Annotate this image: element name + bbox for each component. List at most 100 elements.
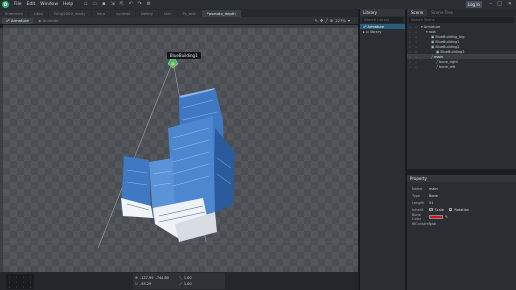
- bone-color-swatch[interactable]: [429, 214, 443, 219]
- ik-target-icon[interactable]: ⊘: [433, 222, 436, 226]
- scale-icon: ⤢: [179, 282, 182, 286]
- scale-icon: ⤡: [179, 276, 182, 280]
- library-panel: Library Search Library ☍ Armature ▸ ▭ li…: [359, 9, 405, 290]
- settings-icon[interactable]: ⚙: [146, 2, 151, 7]
- doc-tab[interactable]: skin: [158, 10, 177, 17]
- bone-tool-icon[interactable]: ╱: [325, 18, 327, 23]
- scale-x-value[interactable]: 1.00: [184, 276, 192, 280]
- inherit-rotation-checkbox[interactable]: ✓: [448, 208, 453, 212]
- chevron-right-icon: ▸: [363, 29, 365, 34]
- new-file-icon[interactable]: ▫: [83, 2, 88, 7]
- save-icon[interactable]: ▪: [101, 2, 106, 7]
- doc-tab[interactable]: Ps_test: [177, 10, 201, 17]
- import-icon[interactable]: ⇲: [110, 2, 115, 7]
- tree-node-icon: ▣: [431, 44, 435, 49]
- menu-file[interactable]: File: [14, 2, 22, 7]
- doc-tab[interactable]: Ubbi: [29, 10, 48, 17]
- close-icon[interactable]: ✕: [508, 1, 512, 7]
- tree-node-label: BlueBuilding_big: [435, 34, 465, 39]
- doc-tab-active[interactable]: *pseudo_depth: [201, 10, 241, 17]
- menu-window[interactable]: Window: [40, 2, 58, 7]
- login-button[interactable]: Log In: [466, 1, 482, 8]
- building-group[interactable]: [121, 88, 235, 242]
- lock-icon[interactable]: •: [413, 40, 419, 44]
- library-item-label: library: [370, 29, 382, 34]
- library-item-library[interactable]: ▸ ▭ library: [360, 29, 405, 34]
- lock-icon[interactable]: •: [413, 65, 419, 69]
- tree-node-icon: ▣: [431, 39, 435, 44]
- lock-icon[interactable]: •: [413, 25, 419, 29]
- scene-tree-item[interactable]: • • ╱ bone_left: [407, 64, 516, 69]
- zoom-level[interactable]: 227%: [335, 18, 346, 23]
- chevron-down-icon[interactable]: ▾: [348, 18, 350, 23]
- pos-y-value[interactable]: -744.60: [155, 276, 169, 280]
- export-icon[interactable]: ⇱: [119, 2, 124, 7]
- zoom-in-icon[interactable]: ⊕: [330, 18, 333, 23]
- property-name-row: Name main: [407, 185, 516, 192]
- lock-icon[interactable]: •: [413, 55, 419, 59]
- align-dot[interactable]: •: [27, 284, 34, 289]
- tab-animate[interactable]: ▶ Animate: [35, 18, 63, 24]
- tab-armature[interactable]: ☍ Armature: [2, 17, 33, 24]
- property-panel: Property Name main Type Bone Length 51 I…: [406, 175, 516, 290]
- scale-label: Scale: [434, 207, 444, 212]
- lock-icon[interactable]: •: [413, 60, 419, 64]
- tree-node-label: Armature: [423, 24, 441, 29]
- tree-node-icon: ▣: [431, 34, 435, 39]
- lock-icon[interactable]: •: [413, 45, 419, 49]
- property-key: Length: [412, 200, 425, 205]
- scene-search-input[interactable]: Search Scene: [409, 17, 514, 23]
- tree-node-label: BlueBuilding2: [435, 44, 460, 49]
- minimize-icon[interactable]: –: [490, 1, 493, 7]
- viewport-toolbar: ☍ Armature ▶ Animate ↖ ✥ ╱ ⊕ 227% ▾: [0, 17, 358, 25]
- doc-tab[interactable]: syntest: [111, 10, 136, 17]
- library-search-input[interactable]: Search Library: [362, 17, 403, 23]
- menu-help[interactable]: Help: [63, 2, 73, 7]
- lock-icon[interactable]: •: [413, 35, 419, 39]
- document-tabs: Shenmen Ubbi Tsing2000_ready hero syntes…: [0, 9, 358, 17]
- stage-artwork[interactable]: [3, 28, 358, 272]
- alignment-pad[interactable]: • • • • • • • • • • • •: [6, 274, 34, 289]
- move-tool-icon[interactable]: ✥: [320, 18, 323, 23]
- stage-canvas[interactable]: BlueBuilding1: [3, 28, 358, 272]
- doc-tab[interactable]: Shenmen: [0, 10, 28, 17]
- scale-y-value[interactable]: 1.00: [184, 282, 192, 286]
- property-type-row: Type Bone: [407, 192, 516, 199]
- tree-node-label: BlueBuilding3: [440, 49, 465, 54]
- scene-tree: • • ▾ Armature • • ▾ root • • ▣ BlueBuilding_big • • ▣…: [407, 24, 516, 69]
- lock-icon[interactable]: •: [413, 50, 419, 54]
- scale-y-readout[interactable]: ⤢ 1.00: [179, 281, 223, 287]
- armature-icon: ☍: [6, 18, 10, 23]
- select-tool-icon[interactable]: ↖: [315, 18, 318, 23]
- open-folder-icon[interactable]: ▭: [92, 2, 97, 7]
- rotate-icon: ↻: [135, 282, 138, 286]
- align-dot[interactable]: •: [20, 284, 27, 289]
- doc-tab[interactable]: hero: [91, 10, 111, 17]
- inherit-scale-checkbox[interactable]: ✓: [429, 208, 433, 212]
- align-dot[interactable]: •: [13, 284, 20, 289]
- menu-edit[interactable]: Edit: [27, 2, 36, 7]
- property-key: Inherit: [412, 207, 424, 212]
- maximize-icon[interactable]: □: [497, 1, 502, 7]
- tree-node-icon: ▾: [426, 29, 428, 34]
- rotation-value[interactable]: -93.29: [140, 282, 151, 286]
- bone-pivot[interactable]: [171, 62, 175, 66]
- tab-scene-tree[interactable]: Scene Tree: [427, 9, 457, 16]
- tab-scene[interactable]: Scene: [407, 9, 428, 16]
- scene-panel: Scene Scene Tree Search Scene • • ▾ Armatur…: [406, 9, 516, 169]
- doc-tab[interactable]: Tsing2000_ready: [48, 10, 91, 17]
- library-title: Library: [360, 9, 405, 16]
- ik-bone-icon[interactable]: ╲: [429, 222, 431, 226]
- eyedropper-icon[interactable]: ✎: [445, 215, 448, 219]
- name-field[interactable]: main: [429, 187, 438, 191]
- doc-tab[interactable]: Nekoy: [136, 10, 158, 17]
- pos-x-value[interactable]: -137.99: [140, 276, 154, 280]
- redo-icon[interactable]: ↷: [137, 2, 142, 7]
- lock-icon[interactable]: •: [413, 30, 419, 34]
- rotation-readout[interactable]: ↻ -93.29: [135, 281, 179, 287]
- align-dot[interactable]: •: [6, 284, 13, 289]
- tree-node-icon: ╱: [436, 59, 439, 64]
- undo-icon[interactable]: ↶: [128, 2, 133, 7]
- transform-readout: ✥ -137.99 -744.60 ⤡ 1.00 ↻ -93.29 ⤢ 1.00: [133, 273, 225, 289]
- length-field[interactable]: 51: [429, 201, 433, 205]
